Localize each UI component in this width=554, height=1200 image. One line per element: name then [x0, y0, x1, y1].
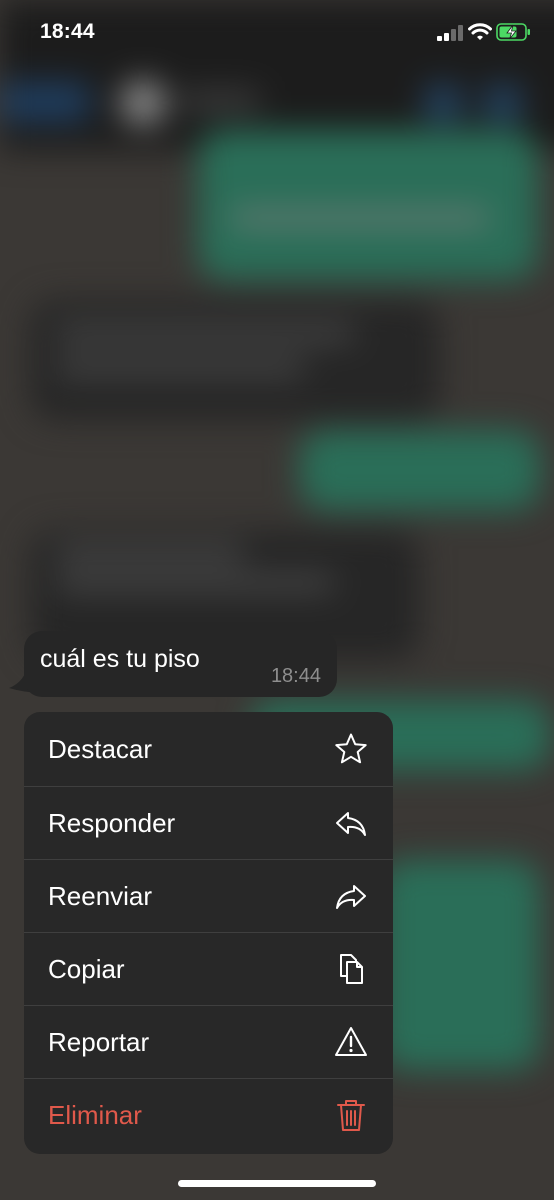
message-context-menu: Destacar Responder Reenviar Copiar Repor… [24, 712, 393, 1154]
status-time: 18:44 [40, 20, 95, 43]
star-icon [333, 731, 369, 767]
menu-item-responder[interactable]: Responder [24, 786, 393, 859]
selected-message-bubble[interactable]: cuál es tu piso 18:44 [24, 631, 337, 697]
status-bar: 18:44 [0, 0, 554, 66]
message-timestamp: 18:44 [270, 665, 321, 687]
menu-item-reportar[interactable]: Reportar [24, 1005, 393, 1078]
menu-item-label: Reportar [48, 1026, 150, 1057]
menu-item-reenviar[interactable]: Reenviar [24, 859, 393, 932]
forward-icon [333, 878, 369, 914]
wifi-icon [468, 23, 492, 40]
menu-item-label: Copiar [48, 953, 125, 984]
trash-icon [333, 1097, 369, 1133]
menu-item-label: Destacar [48, 733, 153, 764]
menu-item-label: Responder [48, 807, 176, 838]
copy-icon [333, 951, 369, 987]
warning-icon [333, 1024, 369, 1060]
menu-item-eliminar[interactable]: Eliminar [24, 1078, 393, 1151]
cellular-signal-icon [437, 25, 463, 41]
menu-item-copiar[interactable]: Copiar [24, 932, 393, 1005]
menu-item-destacar[interactable]: Destacar [24, 712, 393, 786]
battery-charging-icon [496, 23, 530, 41]
message-text: cuál es tu piso [40, 645, 200, 673]
home-indicator[interactable] [178, 1180, 376, 1187]
reply-icon [333, 805, 369, 841]
menu-item-label: Reenviar [48, 880, 153, 911]
menu-item-label: Eliminar [48, 1099, 142, 1130]
